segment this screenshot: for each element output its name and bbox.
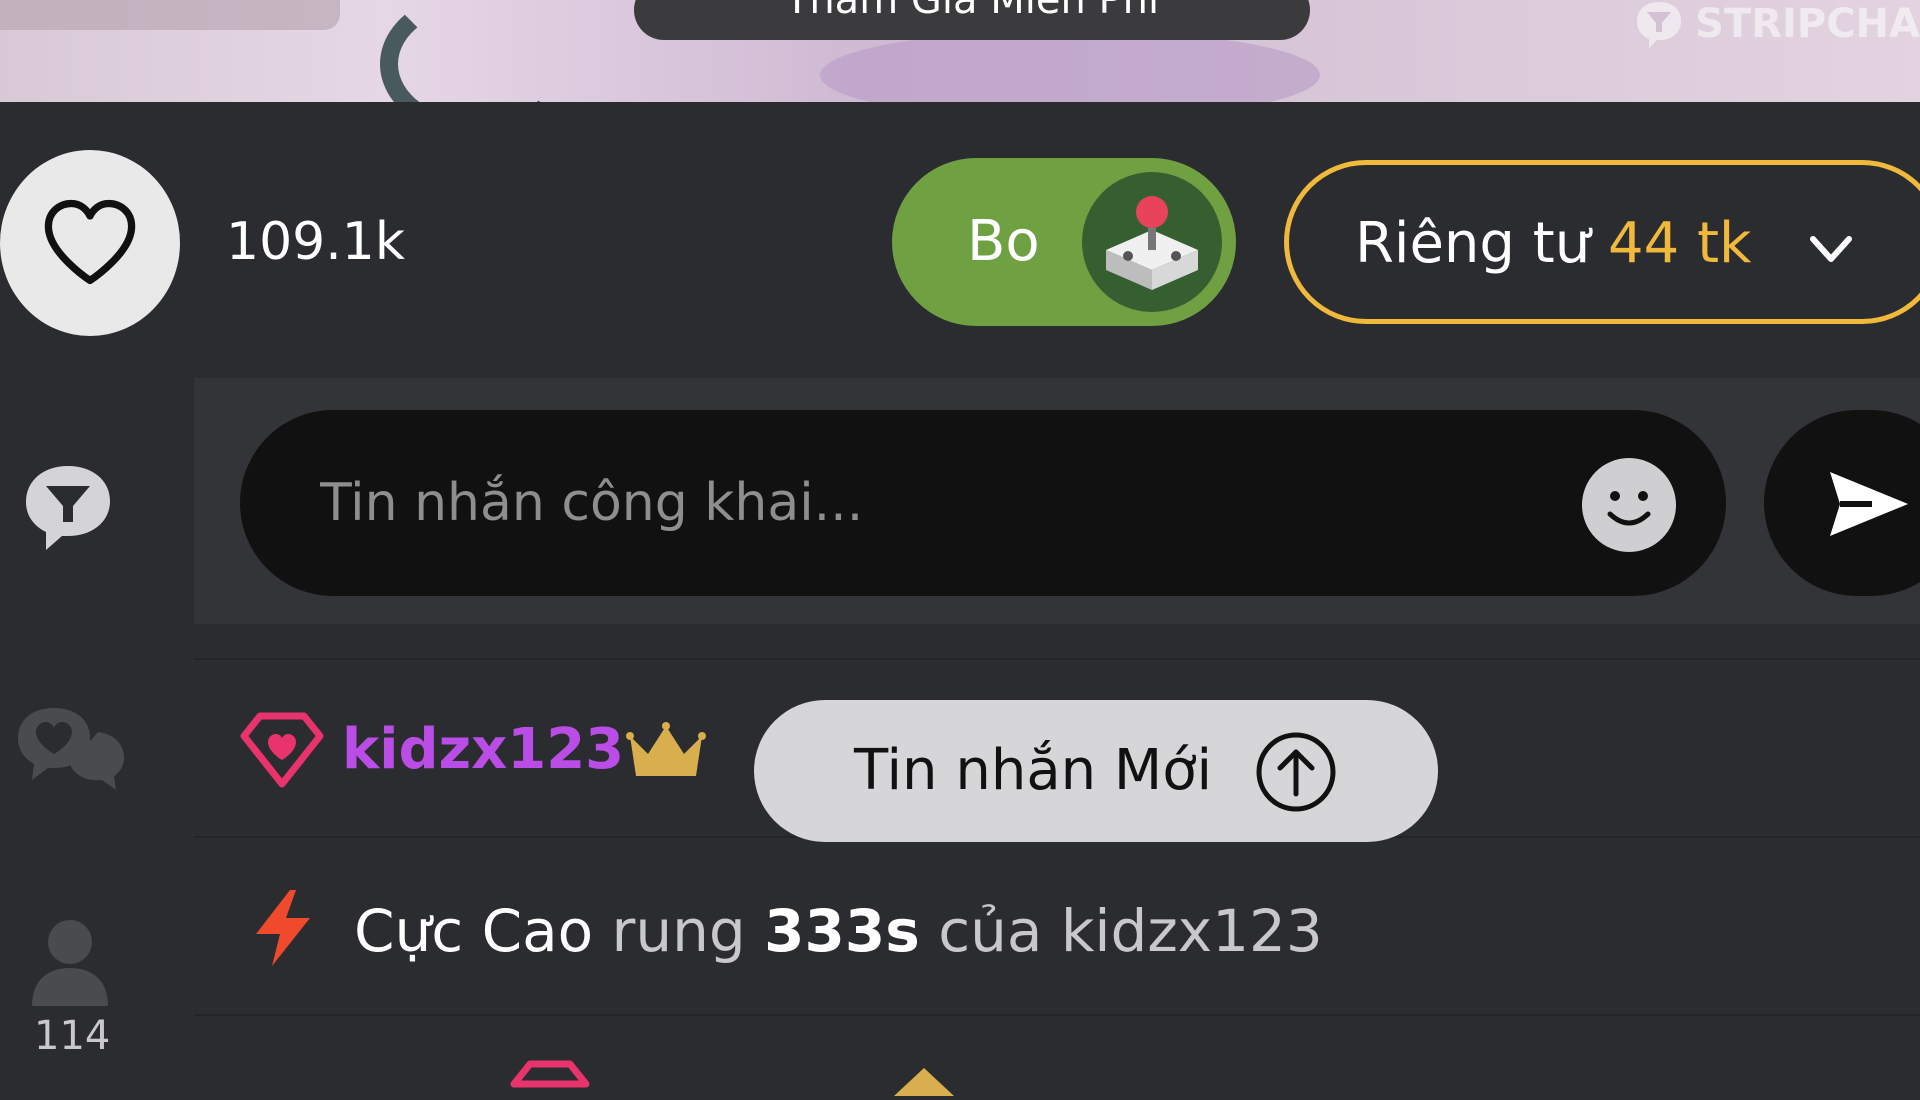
watermark-text: STRIPCHA [1695, 1, 1920, 47]
chat-message [194, 1014, 1920, 1096]
like-button[interactable] [0, 150, 180, 336]
tip-button-label: Bo [967, 209, 1040, 274]
tip-button[interactable]: Bo [892, 158, 1236, 326]
crown-icon [894, 1068, 954, 1096]
video-preview[interactable]: Tham Gia Miễn Phí STRIPCHA [0, 0, 1920, 102]
private-price: 44 tk [1608, 211, 1752, 276]
video-shape [820, 30, 1320, 102]
chat-sidebar: 114 [0, 378, 194, 1080]
stripchat-logo-icon [1637, 2, 1682, 48]
chat-feed: kidzx123 =))) Cực Cao rung 333s của kidz… [194, 624, 1920, 1096]
video-shape [380, 0, 576, 102]
diamond-badge-icon [240, 712, 324, 788]
lightning-icon [256, 890, 310, 966]
public-chat-icon[interactable] [20, 460, 116, 556]
smiley-icon [1607, 491, 1651, 526]
watermark: STRIPCHA [1633, 0, 1920, 50]
crown-icon [626, 722, 706, 776]
emoji-button[interactable] [1582, 458, 1676, 552]
private-label: Riêng tư [1355, 211, 1591, 276]
user-icon[interactable] [28, 914, 112, 1010]
video-shape [0, 0, 340, 30]
tip-event-message: Cực Cao rung 333s của kidzx123 [194, 836, 1920, 1016]
private-show-button[interactable]: Riêng tư 44 tk [1284, 160, 1920, 324]
likes-count: 109.1k [226, 212, 405, 272]
send-icon [1830, 472, 1908, 536]
viewers-count: 114 [34, 1013, 111, 1059]
heart-icon [44, 199, 136, 285]
diamond-badge-icon [510, 1060, 590, 1088]
chat-username[interactable]: kidzx123 [342, 718, 624, 782]
tip-event-text: Cực Cao rung 333s của kidzx123 [354, 897, 1323, 965]
new-messages-label: Tin nhắn Mới [854, 738, 1213, 803]
public-message-input[interactable] [240, 410, 1726, 596]
join-free-button[interactable]: Tham Gia Miễn Phí [634, 0, 1310, 40]
new-messages-button[interactable]: Tin nhắn Mới [754, 700, 1438, 842]
private-chats-icon[interactable] [14, 702, 128, 798]
chevron-down-icon [1810, 236, 1852, 262]
joystick-icon [1082, 172, 1222, 312]
arrow-up-icon [1256, 732, 1336, 812]
action-bar: 109.1k Bo Riêng tư 44 tk [0, 102, 1920, 378]
